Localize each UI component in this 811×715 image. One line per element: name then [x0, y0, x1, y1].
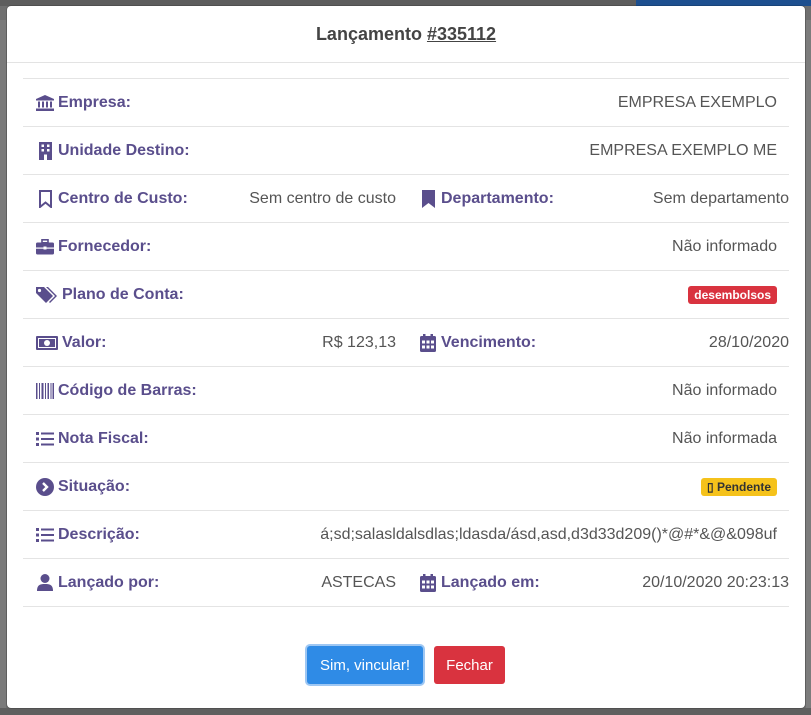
- empresa-label: Empresa:: [58, 93, 131, 111]
- descricao-label: Descrição:: [58, 525, 140, 543]
- lancado-por-value: ASTECAS: [321, 573, 396, 591]
- lancado-por-label: Lançado por:: [58, 573, 160, 591]
- nota-fiscal-value: Não informada: [672, 429, 777, 447]
- vencimento-label: Vencimento:: [441, 333, 537, 351]
- lancamento-modal: Lançamento #335112 Empresa: EMPRESA EXEM…: [7, 6, 805, 708]
- close-button[interactable]: Fechar: [434, 646, 505, 684]
- row-centro-departamento: Centro de Custo: Sem centro de custo Dep…: [23, 175, 789, 223]
- row-codigo-barras: Código de Barras: Não informado: [23, 367, 789, 415]
- situacao-badge-text: Pendente: [716, 479, 771, 494]
- user-icon: [35, 574, 55, 591]
- departamento-label: Departamento:: [441, 189, 554, 207]
- row-valor-vencimento: Valor: R$ 123,13 Vencimento: 28/10/2020: [23, 319, 789, 367]
- centro-custo-label: Centro de Custo:: [58, 189, 188, 207]
- row-lancado: Lançado por: ASTECAS Lançado em: 20/10/2…: [23, 559, 789, 607]
- tags-icon: [35, 286, 59, 304]
- situacao-badge-glyph: ▯: [707, 479, 714, 494]
- codigo-barras-value: Não informado: [672, 381, 777, 399]
- row-unidade-destino: Unidade Destino: EMPRESA EXEMPLO ME: [23, 127, 789, 175]
- building-icon: [35, 141, 55, 160]
- empresa-value: EMPRESA EXEMPLO: [617, 93, 777, 111]
- unidade-label: Unidade Destino:: [58, 141, 190, 159]
- barcode-icon: [35, 382, 55, 399]
- row-plano-conta: Plano de Conta: desembolsos: [23, 271, 789, 319]
- list-icon: [35, 431, 55, 447]
- row-descricao: Descrição: á;sd;salasldalsdlas;ldasda/ás…: [23, 511, 789, 559]
- modal-footer: Sim, vincular! Fechar: [7, 646, 805, 684]
- nota-fiscal-label: Nota Fiscal:: [58, 429, 149, 447]
- row-nota-fiscal: Nota Fiscal: Não informada: [23, 415, 789, 463]
- list-icon: [35, 527, 55, 543]
- bookmark-icon: [418, 189, 438, 208]
- unidade-value: EMPRESA EXEMPLO ME: [589, 141, 777, 159]
- fornecedor-label: Fornecedor:: [58, 237, 152, 255]
- modal-title-number[interactable]: #335112: [427, 24, 496, 45]
- row-empresa: Empresa: EMPRESA EXEMPLO: [23, 79, 789, 127]
- row-situacao: Situação: ▯ Pendente: [23, 463, 789, 511]
- confirm-link-button[interactable]: Sim, vincular!: [307, 646, 423, 684]
- centro-custo-value: Sem centro de custo: [249, 189, 396, 207]
- bookmark-outline-icon: [35, 189, 55, 208]
- calendar-icon: [418, 573, 438, 592]
- background-bottom: [0, 708, 811, 715]
- calendar-icon: [418, 333, 438, 352]
- situacao-badge: ▯ Pendente: [701, 477, 777, 496]
- fornecedor-value: Não informado: [672, 237, 777, 255]
- money-bill-icon: [35, 335, 59, 350]
- details-list: Empresa: EMPRESA EXEMPLO Unidade Destino…: [23, 78, 789, 607]
- bank-icon: [35, 94, 55, 111]
- valor-value: R$ 123,13: [322, 333, 396, 351]
- lancado-em-value: 20/10/2020 20:23:13: [642, 573, 789, 591]
- descricao-value: á;sd;salasldalsdlas;ldasda/ásd,asd,d3d33…: [320, 525, 777, 543]
- valor-label: Valor:: [62, 333, 107, 351]
- plano-conta-label: Plano de Conta:: [62, 285, 184, 303]
- modal-header: Lançamento #335112: [7, 6, 805, 63]
- briefcase-icon: [35, 238, 55, 255]
- codigo-barras-label: Código de Barras:: [58, 381, 197, 399]
- vencimento-value: 28/10/2020: [708, 333, 789, 351]
- row-fornecedor: Fornecedor: Não informado: [23, 223, 789, 271]
- background-right-panel: [806, 20, 811, 710]
- departamento-value: Sem departamento: [652, 189, 789, 207]
- modal-title-prefix: Lançamento: [315, 23, 422, 44]
- chevron-circle-right-icon: [35, 477, 55, 496]
- background-left-panel: [0, 20, 6, 710]
- plano-conta-badge: desembolsos: [688, 285, 777, 304]
- situacao-label: Situação:: [58, 477, 131, 495]
- lancado-em-label: Lançado em:: [441, 573, 540, 591]
